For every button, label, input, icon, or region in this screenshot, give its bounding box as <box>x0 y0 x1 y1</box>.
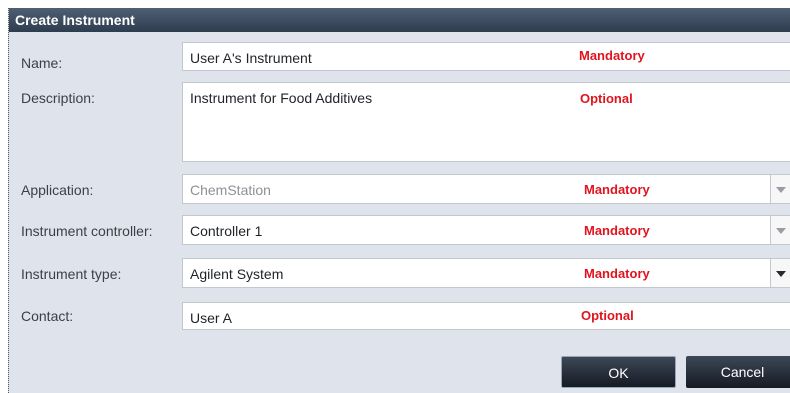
application-select[interactable]: ChemStation <box>182 174 790 204</box>
name-value: User A's Instrument <box>190 50 312 66</box>
application-label: Application: <box>21 182 94 198</box>
type-value: Agilent System <box>190 266 284 282</box>
description-value: Instrument for Food Additives <box>190 90 373 106</box>
chevron-down-icon <box>776 228 786 234</box>
description-label: Description: <box>21 90 95 106</box>
application-value: ChemStation <box>190 182 271 198</box>
contact-optional-label: Optional <box>581 308 634 323</box>
controller-dropdown-button[interactable] <box>770 216 790 244</box>
create-instrument-dialog: Create Instrument Name: User A's Instrum… <box>8 8 790 393</box>
name-mandatory-label: Mandatory <box>579 48 645 63</box>
name-label: Name: <box>21 55 63 71</box>
contact-input[interactable]: User A <box>182 302 790 330</box>
controller-label: Instrument controller: <box>21 223 153 239</box>
description-optional-label: Optional <box>580 91 633 106</box>
application-mandatory-label: Mandatory <box>584 182 650 197</box>
contact-value: User A <box>190 310 233 326</box>
contact-label: Contact: <box>21 308 74 324</box>
type-mandatory-label: Mandatory <box>584 266 650 281</box>
controller-select[interactable]: Controller 1 <box>182 215 790 245</box>
description-textarea[interactable]: Instrument for Food Additives <box>182 82 790 162</box>
application-dropdown-button[interactable] <box>770 175 790 203</box>
chevron-down-icon <box>776 187 786 193</box>
cancel-button[interactable]: Cancel <box>686 356 790 388</box>
type-dropdown-button[interactable] <box>770 259 790 287</box>
chevron-down-icon <box>776 271 786 277</box>
type-select[interactable]: Agilent System <box>182 258 790 288</box>
dialog-title: Create Instrument <box>9 8 790 32</box>
controller-mandatory-label: Mandatory <box>584 223 650 238</box>
name-input[interactable]: User A's Instrument <box>182 42 790 71</box>
controller-value: Controller 1 <box>190 223 263 239</box>
type-label: Instrument type: <box>21 266 122 282</box>
ok-button[interactable]: OK <box>561 356 676 388</box>
